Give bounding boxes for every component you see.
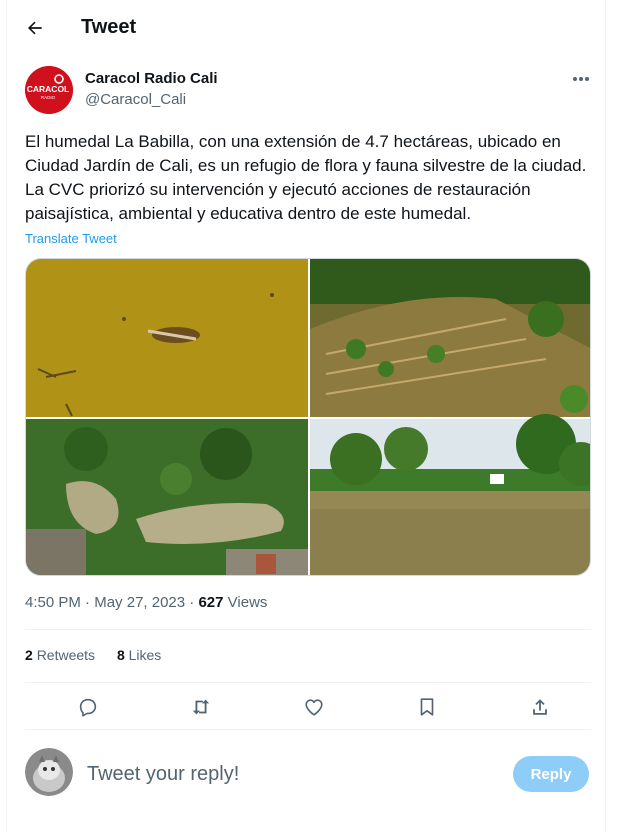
reply-icon [79,698,97,717]
reply-button[interactable] [73,692,103,722]
user-avatar[interactable] [25,748,73,796]
divider [25,682,591,683]
media-grid [25,258,591,576]
retweets-count: 2 [25,647,33,663]
retweets-stat[interactable]: 2 Retweets [25,647,99,663]
retweet-icon [192,699,210,715]
like-button[interactable] [299,692,329,722]
author-name[interactable]: Caracol Radio Cali [85,70,218,87]
share-button[interactable] [525,692,555,722]
back-arrow-icon [28,21,42,35]
share-icon [533,699,547,715]
more-options-button[interactable] [567,68,595,90]
tweet-date[interactable]: May 27, 2023 [94,594,185,611]
photo-3[interactable] [26,419,308,576]
author-avatar[interactable]: CARACOL RADIO [25,66,73,114]
action-bar [25,684,591,728]
retweet-button[interactable] [186,692,216,722]
logo-subtext: RADIO [41,95,56,100]
reply-input[interactable] [87,760,407,788]
likes-count: 8 [116,647,125,663]
views-count: 627 [198,594,224,611]
photo-4[interactable] [310,414,591,576]
engagement-stats: 2 Retweets 8 Likes [25,647,179,663]
divider [25,729,591,730]
logo-text: CARACOL [27,84,70,94]
page-title: Tweet [81,16,137,38]
reply-submit-button[interactable]: Reply [513,756,589,792]
photo-1[interactable] [26,259,308,417]
like-icon [305,699,323,716]
back-button[interactable] [21,14,49,42]
bookmark-icon [420,698,434,716]
likes-label: Likes [128,647,162,663]
photo-2[interactable] [310,259,591,417]
separator-dot: · [85,594,95,611]
retweets-label: Retweets [36,647,96,663]
likes-stat[interactable]: 8 Likes [117,647,161,663]
tweet-meta: 4:50 PM · May 27, 2023 · 627 Views [25,594,267,611]
divider [25,629,591,630]
tweet-text: El humedal La Babilla, con una extensión… [25,132,587,223]
top-bar: Tweet [7,0,607,56]
tweet-page: Tweet CARACOL RADIO Caracol Radio Cali @… [6,0,606,832]
translate-tweet-link[interactable]: Translate Tweet [25,231,117,246]
more-icon [573,77,589,81]
bookmark-button[interactable] [412,692,442,722]
tweet-time[interactable]: 4:50 PM [25,594,81,611]
author-handle[interactable]: @Caracol_Cali [85,91,186,108]
views-label: Views [227,594,268,611]
